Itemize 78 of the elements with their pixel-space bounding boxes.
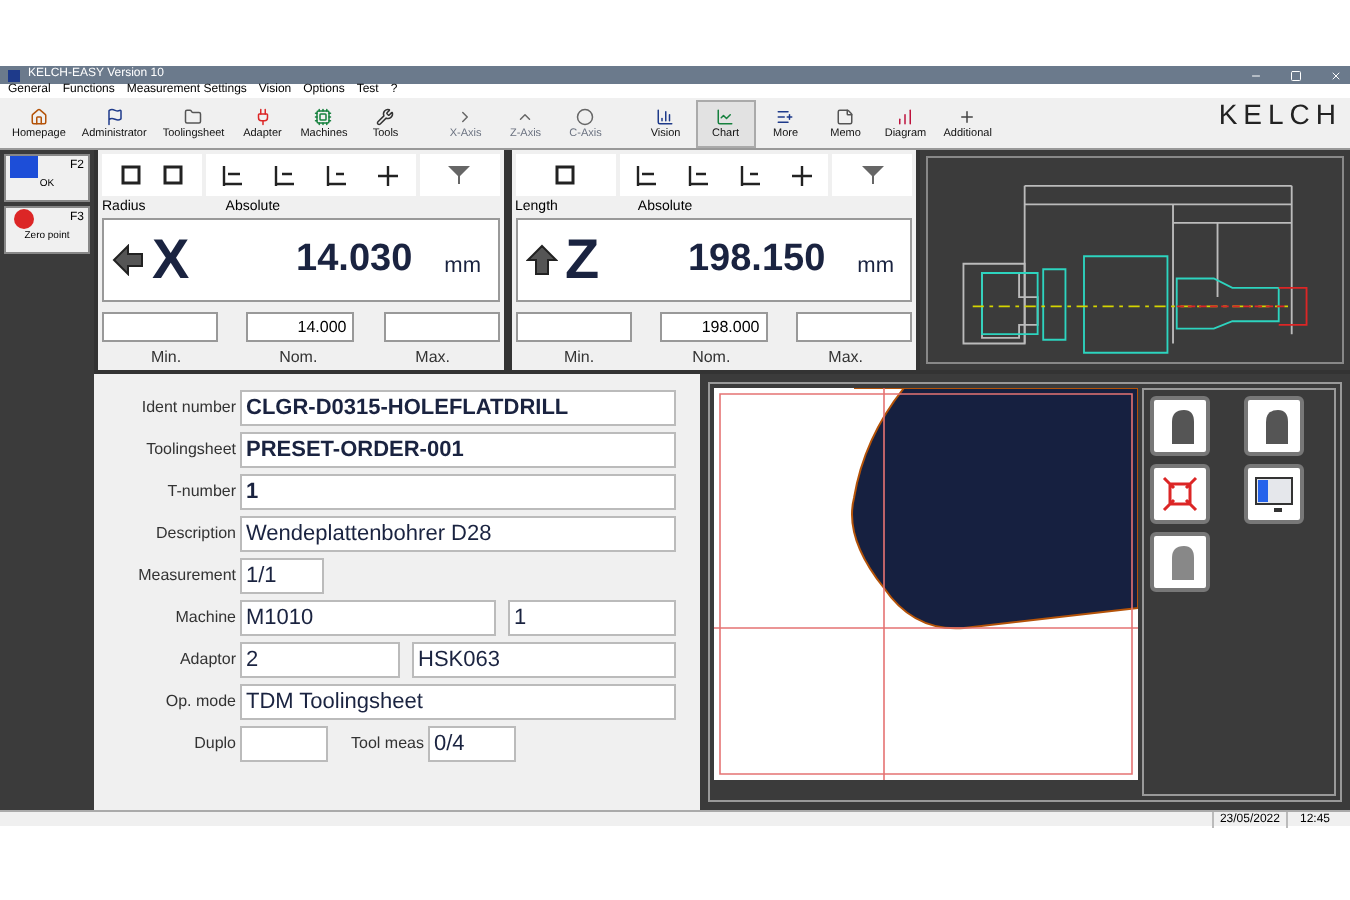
form-field[interactable]: PRESET-ORDER-001 bbox=[240, 432, 676, 468]
toolbar-icon bbox=[836, 107, 855, 125]
form-field[interactable]: 1 bbox=[508, 600, 676, 636]
view-option-button[interactable] bbox=[1150, 396, 1210, 456]
toolbar-icon bbox=[576, 107, 595, 125]
nominal-field[interactable]: 14.000 bbox=[246, 312, 355, 342]
form-field[interactable]: Wendeplattenbohrer D28 bbox=[240, 516, 676, 552]
holder-icon[interactable] bbox=[554, 164, 576, 186]
field-label: Duplo bbox=[192, 732, 238, 756]
axis-tool-icon[interactable] bbox=[376, 163, 401, 187]
close-icon[interactable] bbox=[1330, 69, 1342, 81]
form-field[interactable]: HSK063 bbox=[412, 642, 676, 678]
toolbar-icon bbox=[716, 107, 735, 125]
max-field[interactable] bbox=[383, 312, 499, 342]
filter-icon[interactable] bbox=[448, 166, 470, 184]
axis-tool-icon[interactable] bbox=[633, 163, 658, 187]
axis-tool-icon[interactable] bbox=[220, 163, 245, 187]
up-arrow-icon bbox=[525, 244, 557, 276]
min-field[interactable] bbox=[515, 312, 631, 342]
left-arrow-icon bbox=[112, 244, 144, 276]
axis-tool-icon[interactable] bbox=[685, 163, 710, 187]
max-label: Max. bbox=[828, 346, 864, 370]
field-label: Tool meas bbox=[349, 732, 426, 756]
unit-label: mm bbox=[444, 251, 481, 282]
form-field[interactable]: 0/4 bbox=[428, 726, 516, 762]
form-field[interactable]: 2 bbox=[240, 642, 400, 678]
min-label: Min. bbox=[563, 346, 595, 370]
zero-point-icon bbox=[10, 208, 38, 230]
form-field[interactable]: 1 bbox=[240, 474, 676, 510]
form-field[interactable]: CLGR-D0315-HOLEFLATDRILL bbox=[240, 390, 676, 426]
axis-tool-icon[interactable] bbox=[272, 163, 297, 187]
axis-tool-icon[interactable] bbox=[737, 163, 762, 187]
toolbar-icon bbox=[896, 107, 915, 125]
nominal-field[interactable]: 198.000 bbox=[659, 312, 768, 342]
max-label: Max. bbox=[415, 346, 451, 370]
expand-icon bbox=[1160, 474, 1200, 514]
form-field[interactable] bbox=[240, 726, 328, 762]
field-label: Toolingsheet bbox=[144, 438, 238, 462]
axis-letter: Z bbox=[565, 226, 600, 294]
toolbar-icon bbox=[656, 107, 675, 125]
toolbar-icon bbox=[184, 107, 203, 125]
toolbar-icon bbox=[776, 107, 795, 125]
form-field[interactable]: TDM Toolingsheet bbox=[240, 684, 676, 720]
toolbar-icon bbox=[253, 107, 272, 125]
form-field[interactable]: M1010 bbox=[240, 600, 496, 636]
min-field[interactable] bbox=[102, 312, 218, 342]
view-option-button[interactable] bbox=[1243, 396, 1303, 456]
max-field[interactable] bbox=[796, 312, 912, 342]
measured-value: 14.030 bbox=[296, 235, 413, 284]
nom-label: Nom. bbox=[692, 346, 731, 370]
form-field[interactable]: 1/1 bbox=[240, 558, 324, 594]
axis-tool-icon[interactable] bbox=[789, 163, 814, 187]
axis-letter: X bbox=[152, 226, 190, 294]
axis-tool-icon[interactable] bbox=[324, 163, 349, 187]
field-label: Measurement bbox=[136, 564, 238, 588]
field-label: Description bbox=[153, 522, 238, 546]
field-label: Adaptor bbox=[177, 648, 238, 672]
view-option-button[interactable] bbox=[1243, 464, 1303, 524]
nom-label: Nom. bbox=[279, 346, 318, 370]
monitor-icon bbox=[1253, 474, 1293, 514]
field-label: Machine bbox=[173, 606, 238, 630]
field-label: Op. mode bbox=[163, 690, 238, 714]
toolbar-icon bbox=[105, 107, 124, 125]
field-label: T-number bbox=[165, 480, 238, 504]
toolbar-icon bbox=[376, 107, 395, 125]
brand-logo: KELCH bbox=[1218, 96, 1342, 134]
filter-icon[interactable] bbox=[861, 166, 883, 184]
maximize-icon[interactable] bbox=[1290, 69, 1302, 81]
unit-label: mm bbox=[857, 251, 894, 282]
toolbar-icon bbox=[958, 107, 977, 125]
field-label: Ident number bbox=[139, 396, 238, 420]
measured-value: 198.150 bbox=[687, 235, 826, 284]
min-label: Min. bbox=[150, 346, 182, 370]
toolbar-icon bbox=[314, 107, 333, 125]
holder-icon[interactable] bbox=[120, 164, 142, 186]
toolbar-icon bbox=[29, 107, 48, 125]
holder-icon[interactable] bbox=[162, 164, 184, 186]
app-icon bbox=[8, 69, 20, 81]
